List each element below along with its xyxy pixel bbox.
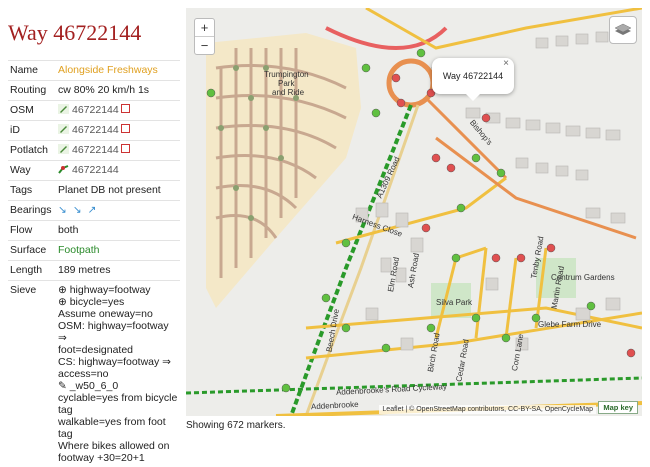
external-link-icon (121, 104, 130, 113)
map-label-park: Park (278, 79, 294, 88)
popup-tip (466, 94, 480, 101)
prop-row-surface: Surface Footpath (8, 241, 180, 261)
arrow-down-right-icon: ↘ (58, 204, 67, 216)
sieve-line: ⊕ bicycle=yes (58, 296, 178, 308)
potlatch-link[interactable]: 46722144 (56, 141, 180, 161)
sieve-line: walkable=yes from foot tag (58, 416, 178, 440)
prop-row-tags: Tags Planet DB not present (8, 181, 180, 201)
sieve-line: footway +30=20+1 (58, 452, 178, 464)
flow-value: both (56, 221, 180, 241)
tags-value: Planet DB not present (56, 181, 180, 201)
map-label-silva-park: Silva Park (436, 298, 472, 307)
potlatch-label: Potlatch (8, 141, 56, 161)
surface-value: Footpath (56, 241, 180, 261)
tags-label: Tags (8, 181, 56, 201)
edit-pencil-icon (58, 144, 69, 154)
zoom-out-button[interactable]: − (195, 36, 214, 54)
routing-value: cw 80% 20 km/h 1s (56, 81, 180, 101)
length-label: Length (8, 261, 56, 281)
sidebar: Way 46722144 Name Alongside Freshways Ro… (0, 0, 180, 439)
sieve-line: CS: highway=footway ⇒ (58, 356, 178, 368)
id-link[interactable]: 46722144 (56, 121, 180, 141)
way-popup: Way 46722144 × (432, 58, 514, 94)
length-value: 189 metres (56, 261, 180, 281)
surface-label: Surface (8, 241, 56, 261)
osm-link[interactable]: 46722144 (56, 101, 180, 121)
way-link[interactable]: 46722144 (56, 161, 180, 181)
sieve-line: ✎ _w50_6_0 (58, 380, 178, 392)
external-link-icon (121, 144, 130, 153)
prop-row-bearings: Bearings ↘ ↘ ↗ (8, 201, 180, 221)
prop-row-length: Length 189 metres (8, 261, 180, 281)
arrow-down-right-icon: ↘ (73, 204, 82, 216)
osm-label: OSM (8, 101, 56, 121)
way-id[interactable]: 46722144 (72, 164, 119, 176)
id-label: iD (8, 121, 56, 141)
prop-row-way: Way 46722144 (8, 161, 180, 181)
sieve-line: ⊕ highway=footway (58, 284, 178, 296)
map-canvas[interactable] (186, 8, 642, 416)
sieve-line: cyclable=yes from bicycle (58, 392, 178, 404)
prop-row-potlatch: Potlatch 46722144 (8, 141, 180, 161)
status-text: Showing 672 markers. (186, 420, 286, 431)
prop-row-sieve: Sieve ⊕ highway=footway ⊕ bicycle=yes As… (8, 281, 180, 467)
zoom-control: + − (194, 18, 215, 55)
properties-table: Name Alongside Freshways Routing cw 80% … (8, 60, 180, 467)
prop-row-osm: OSM 46722144 (8, 101, 180, 121)
bearings-label: Bearings (8, 201, 56, 221)
flow-label: Flow (8, 221, 56, 241)
sieve-line: tag (58, 404, 178, 416)
sieve-line: access=no (58, 368, 178, 380)
sieve-value: ⊕ highway=footway ⊕ bicycle=yes Assume o… (56, 281, 180, 467)
sieve-line: foot=designated (58, 344, 178, 356)
name-value: Alongside Freshways (56, 61, 180, 81)
edit-pencil-icon (58, 124, 69, 134)
prop-row-name: Name Alongside Freshways (8, 61, 180, 81)
routing-label: Routing (8, 81, 56, 101)
bearings-value: ↘ ↘ ↗ (56, 201, 180, 221)
prop-row-id: iD 46722144 (8, 121, 180, 141)
zoom-in-button[interactable]: + (195, 19, 214, 36)
map-label-trumpington: Trumpington (264, 70, 309, 79)
way-label: Way (8, 161, 56, 181)
map-label-glebe-farm-drive: Glebe Farm Drive (538, 320, 601, 329)
external-link-icon (121, 124, 130, 133)
sieve-line: OSM: highway=footway ⇒ (58, 320, 178, 344)
potlatch-id[interactable]: 46722144 (72, 144, 119, 156)
map-label-and-ride: and Ride (272, 88, 304, 97)
map-key-button[interactable]: Map key (598, 401, 638, 414)
popup-text: Way 46722144 (443, 71, 503, 81)
layers-icon (610, 17, 636, 43)
arrow-up-right-icon: ↗ (88, 204, 97, 216)
sieve-line: Assume oneway=no (58, 308, 178, 320)
layers-button[interactable] (609, 16, 637, 44)
map-view[interactable]: Trumpington Park and Ride Harness Close … (186, 8, 642, 416)
sieve-line: Where bikes allowed on (58, 440, 178, 452)
name-label: Name (8, 61, 56, 81)
way-icon (58, 164, 69, 174)
page-title: Way 46722144 (8, 20, 141, 46)
map-attribution[interactable]: Leaflet | © OpenStreetMap contributors, … (379, 405, 596, 414)
id-editor-id[interactable]: 46722144 (72, 124, 119, 136)
prop-row-routing: Routing cw 80% 20 km/h 1s (8, 81, 180, 101)
prop-row-flow: Flow both (8, 221, 180, 241)
sieve-label: Sieve (8, 281, 56, 467)
osm-id[interactable]: 46722144 (72, 104, 119, 116)
edit-pencil-icon (58, 104, 69, 114)
popup-close-button[interactable]: × (503, 46, 509, 82)
